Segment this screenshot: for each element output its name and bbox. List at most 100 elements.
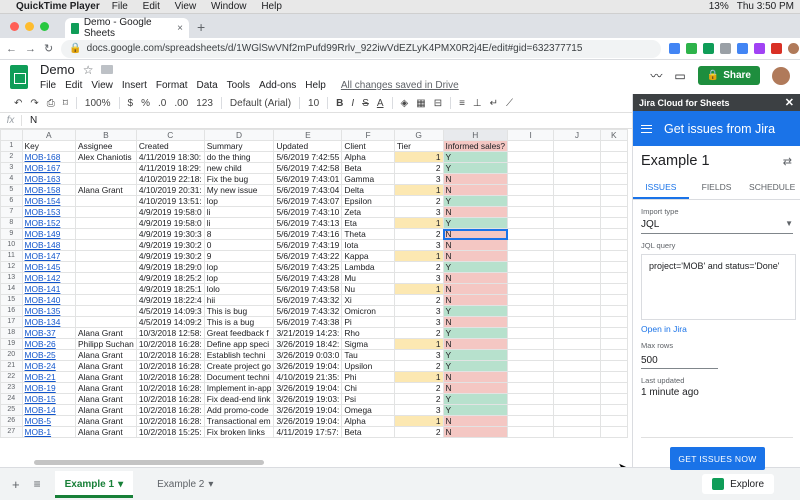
tier-cell[interactable]: 3 — [393, 206, 444, 218]
assignee-cell[interactable] — [74, 173, 137, 185]
assignee-cell[interactable] — [74, 316, 137, 328]
menu-format[interactable]: Format — [156, 80, 188, 91]
updated-cell[interactable]: 5/6/2019 7:43:58 — [273, 283, 343, 295]
created-cell[interactable]: 4/11/2019 18:30: — [135, 151, 205, 163]
client-cell[interactable]: Rho — [341, 327, 395, 339]
empty-cell[interactable] — [553, 195, 601, 207]
share-button[interactable]: 🔒 Share — [697, 66, 760, 85]
back-icon[interactable]: ← — [6, 43, 17, 55]
empty-cell[interactable] — [507, 316, 555, 328]
empty-cell[interactable] — [507, 239, 555, 251]
assignee-cell[interactable]: Alana Grant — [74, 393, 137, 405]
created-cell[interactable]: 10/2/2018 16:28: — [135, 415, 205, 427]
updated-cell[interactable]: 5/6/2019 7:42:55 — [273, 151, 343, 163]
empty-cell[interactable] — [599, 294, 628, 306]
empty-cell[interactable] — [599, 327, 628, 339]
client-cell[interactable]: Iota — [341, 239, 395, 251]
created-cell[interactable]: 4/10/2019 13:51: — [135, 195, 205, 207]
row-number[interactable]: 23 — [0, 382, 23, 394]
extension-icon[interactable] — [771, 43, 783, 54]
key-cell[interactable]: MOB-21 — [21, 371, 76, 383]
informed-sales-cell[interactable]: Y — [442, 393, 509, 405]
header-cell[interactable]: Assignee — [74, 140, 137, 152]
assignee-cell[interactable]: Alana Grant — [74, 360, 137, 372]
updated-cell[interactable]: 5/6/2019 7:43:16 — [273, 228, 343, 240]
key-cell[interactable]: MOB-148 — [21, 239, 76, 251]
text-color-button[interactable]: A — [377, 98, 384, 109]
tier-cell[interactable]: 1 — [393, 151, 444, 163]
column-header[interactable]: C — [135, 129, 205, 141]
row-number[interactable]: 1 — [0, 140, 23, 152]
client-cell[interactable]: Phi — [341, 371, 395, 383]
zoom-select[interactable]: 100% — [85, 98, 111, 109]
os-menu-item[interactable]: Help — [261, 1, 282, 12]
empty-cell[interactable] — [553, 294, 601, 306]
row-number[interactable]: 4 — [0, 173, 23, 185]
updated-cell[interactable]: 3/26/2019 19:04: — [273, 404, 343, 416]
empty-cell[interactable] — [507, 426, 555, 438]
caret-down-icon[interactable]: ▾ — [118, 479, 123, 490]
assignee-cell[interactable] — [74, 283, 137, 295]
row-number[interactable]: 14 — [0, 283, 23, 295]
client-cell[interactable]: Kappa — [341, 250, 395, 262]
assignee-cell[interactable] — [74, 206, 137, 218]
empty-cell[interactable] — [553, 151, 601, 163]
assignee-cell[interactable]: Alana Grant — [74, 349, 137, 361]
informed-sales-cell[interactable]: N — [442, 294, 509, 306]
key-cell[interactable]: MOB-145 — [21, 261, 76, 273]
empty-cell[interactable] — [599, 206, 628, 218]
get-issues-now-button[interactable]: GET ISSUES NOW — [670, 447, 765, 470]
assignee-cell[interactable] — [74, 272, 137, 284]
summary-cell[interactable]: This is bug — [203, 305, 275, 317]
tier-cell[interactable]: 1 — [393, 338, 444, 350]
empty-cell[interactable] — [599, 382, 628, 394]
summary-cell[interactable]: This is a bug — [203, 316, 275, 328]
empty-cell[interactable] — [553, 140, 601, 152]
os-menu-item[interactable]: File — [112, 1, 128, 12]
tab-schedule[interactable]: SCHEDULE — [744, 176, 800, 199]
column-header[interactable]: F — [341, 129, 395, 141]
row-number[interactable]: 17 — [0, 316, 23, 328]
created-cell[interactable]: 10/2/2018 16:28: — [135, 371, 205, 383]
italic-button[interactable]: I — [351, 98, 354, 109]
informed-sales-cell[interactable]: Y — [442, 217, 509, 229]
row-number[interactable]: 15 — [0, 294, 23, 306]
row-number[interactable]: 9 — [0, 228, 23, 240]
empty-cell[interactable] — [599, 415, 628, 427]
horizontal-scrollbar[interactable] — [24, 457, 632, 467]
extension-icon[interactable] — [703, 43, 715, 54]
empty-cell[interactable] — [599, 162, 628, 174]
tier-cell[interactable]: 1 — [393, 217, 444, 229]
tier-cell[interactable]: 2 — [393, 393, 444, 405]
created-cell[interactable]: 10/2/2018 15:25: — [135, 426, 205, 438]
key-cell[interactable]: MOB-158 — [21, 184, 76, 196]
row-number[interactable]: 19 — [0, 338, 23, 350]
paint-format-icon[interactable]: ⌑ — [63, 98, 68, 109]
empty-cell[interactable] — [599, 261, 628, 273]
empty-cell[interactable] — [599, 217, 628, 229]
empty-cell[interactable] — [507, 283, 555, 295]
client-cell[interactable]: Omicron — [341, 305, 395, 317]
key-cell[interactable]: MOB-142 — [21, 272, 76, 284]
empty-cell[interactable] — [507, 228, 555, 240]
informed-sales-cell[interactable]: Y — [442, 404, 509, 416]
row-number[interactable]: 2 — [0, 151, 23, 163]
tier-cell[interactable]: 2 — [393, 294, 444, 306]
empty-cell[interactable] — [599, 151, 628, 163]
summary-cell[interactable]: Create project go — [203, 360, 275, 372]
updated-cell[interactable]: 5/6/2019 7:43:25 — [273, 261, 343, 273]
tier-cell[interactable]: 2 — [393, 162, 444, 174]
forward-icon[interactable]: → — [25, 43, 36, 55]
key-cell[interactable]: MOB-140 — [21, 294, 76, 306]
empty-cell[interactable] — [507, 272, 555, 284]
informed-sales-cell[interactable]: N — [442, 228, 509, 240]
created-cell[interactable]: 4/9/2019 18:25:1 — [135, 283, 205, 295]
query-title[interactable]: Example 1 — [641, 153, 710, 169]
informed-sales-cell[interactable]: N — [442, 371, 509, 383]
empty-cell[interactable] — [599, 184, 628, 196]
assignee-cell[interactable]: Alana Grant — [74, 404, 137, 416]
empty-cell[interactable] — [553, 415, 601, 427]
summary-cell[interactable]: Fix dead-end link — [203, 393, 275, 405]
summary-cell[interactable]: Add promo-code — [203, 404, 275, 416]
tab-issues[interactable]: ISSUES — [633, 176, 689, 199]
